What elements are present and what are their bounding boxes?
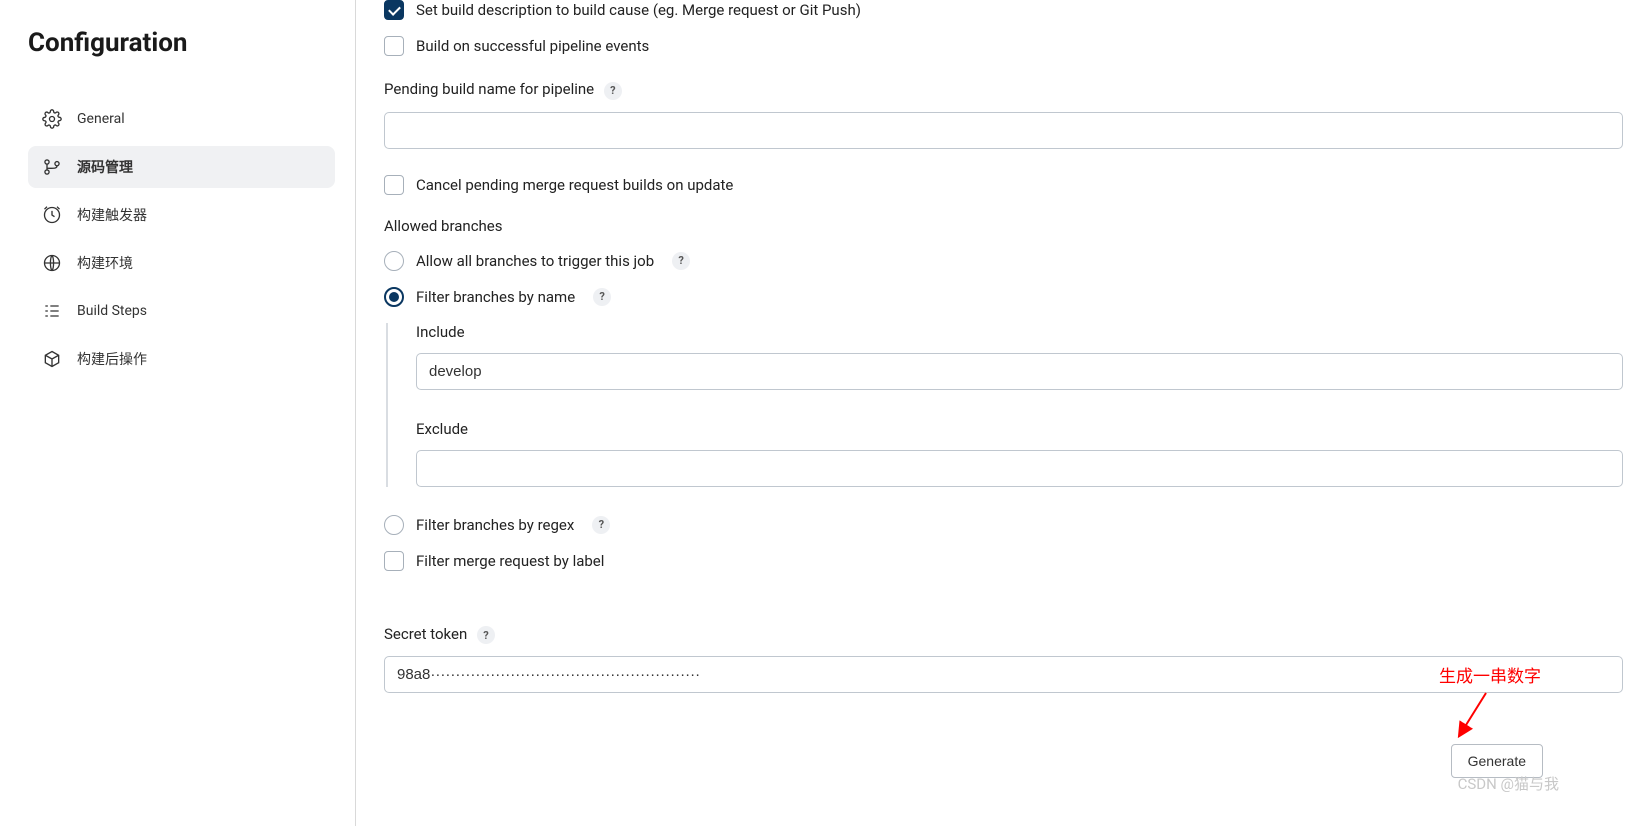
exclude-input[interactable] [416,450,1623,487]
sidebar-item-general[interactable]: General [28,98,335,140]
include-input[interactable] [416,353,1623,390]
main-content: Set build description to build cause (eg… [356,0,1651,826]
gear-icon [42,109,62,129]
filter-by-name-radio[interactable] [384,287,404,307]
sidebar-item-label: General [77,111,125,127]
allow-all-branches-label: Allow all branches to trigger this job [416,252,654,270]
help-icon[interactable]: ? [477,626,495,644]
sidebar-item-source-management[interactable]: 源码管理 [28,146,335,188]
globe-icon [42,253,62,273]
filter-by-name-label: Filter branches by name [416,288,575,306]
sidebar-item-build-steps[interactable]: Build Steps [28,290,335,332]
help-icon[interactable]: ? [593,288,611,306]
exclude-label: Exclude [416,420,1623,438]
filter-by-regex-radio[interactable] [384,515,404,535]
clock-icon [42,205,62,225]
allowed-branches-heading: Allowed branches [384,217,1623,235]
help-icon[interactable]: ? [604,82,622,100]
sidebar-item-label: 源码管理 [77,157,133,177]
build-on-pipeline-checkbox[interactable] [384,36,404,56]
filter-by-name-panel: Include Exclude [386,323,1623,487]
help-icon[interactable]: ? [592,516,610,534]
page-title: Configuration [28,28,335,58]
sidebar-item-label: 构建触发器 [77,205,147,225]
set-build-description-checkbox[interactable] [384,0,404,20]
annotation-arrow-icon [1446,688,1496,748]
filter-mr-by-label-label: Filter merge request by label [416,552,604,570]
secret-token-label: Secret token [384,625,467,643]
filter-by-regex-label: Filter branches by regex [416,516,574,534]
cancel-pending-label: Cancel pending merge request builds on u… [416,176,733,194]
sidebar: Configuration General 源码管理 构建触发器 构建环境 [0,0,355,826]
box-icon [42,349,62,369]
sidebar-item-label: 构建后操作 [77,349,147,369]
sidebar-item-build-env[interactable]: 构建环境 [28,242,335,284]
steps-icon [42,301,62,321]
pending-build-name-label: Pending build name for pipeline [384,80,594,98]
sidebar-item-post-build[interactable]: 构建后操作 [28,338,335,380]
sidebar-item-build-triggers[interactable]: 构建触发器 [28,194,335,236]
build-on-pipeline-label: Build on successful pipeline events [416,37,649,55]
pending-build-name-input[interactable] [384,112,1623,149]
sidebar-item-label: 构建环境 [77,253,133,273]
set-build-description-label: Set build description to build cause (eg… [416,1,861,19]
filter-mr-by-label-checkbox[interactable] [384,551,404,571]
generate-button[interactable]: Generate [1451,744,1543,778]
help-icon[interactable]: ? [672,252,690,270]
sidebar-item-label: Build Steps [77,303,147,319]
secret-token-input[interactable] [384,656,1623,693]
branch-icon [42,157,62,177]
cancel-pending-checkbox[interactable] [384,175,404,195]
allow-all-branches-radio[interactable] [384,251,404,271]
include-label: Include [416,323,1623,341]
